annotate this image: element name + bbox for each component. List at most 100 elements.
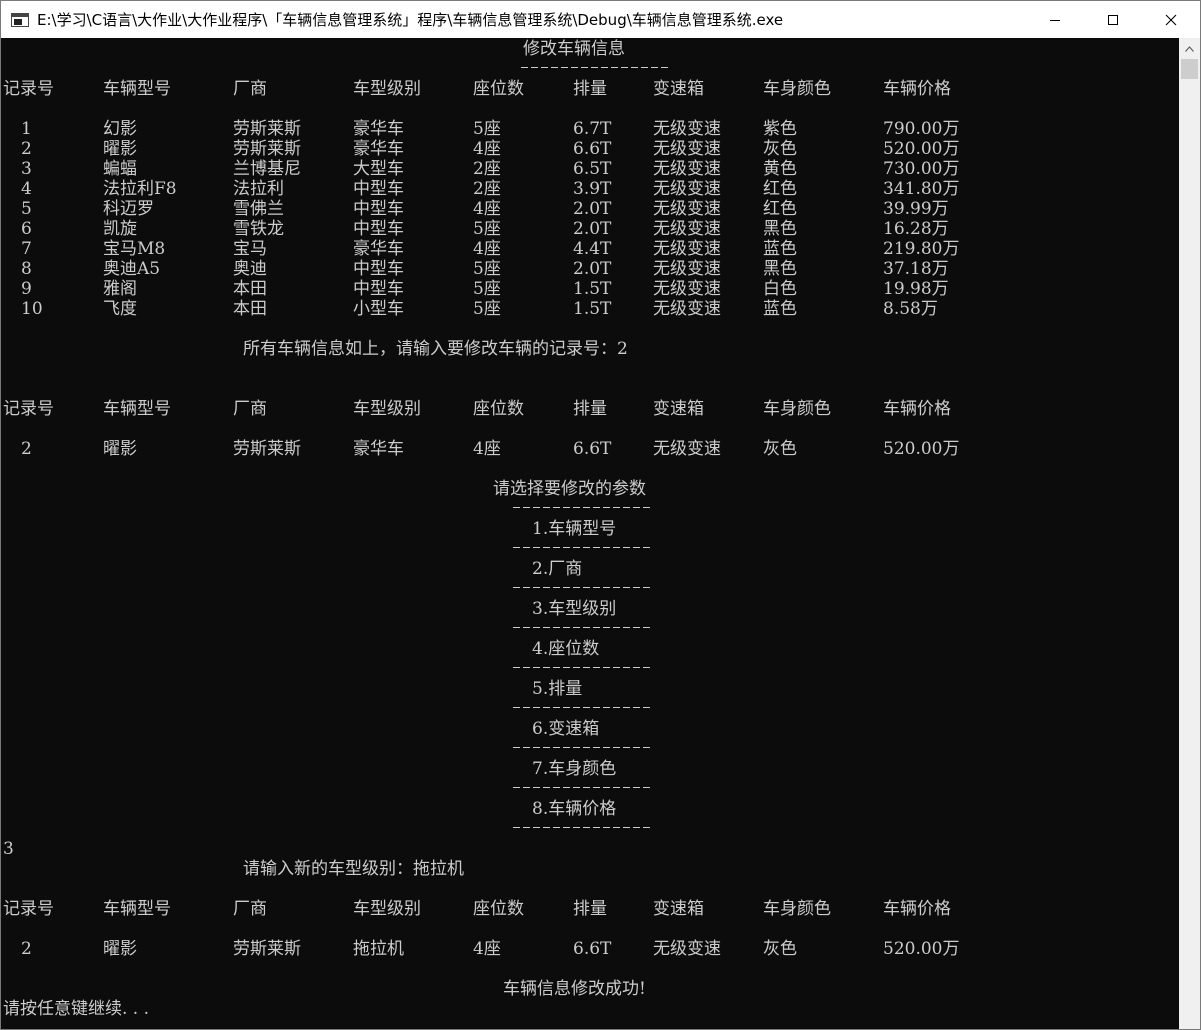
cell-5: 排量 — [573, 899, 607, 919]
cell-2: 劳斯莱斯 — [233, 119, 301, 139]
heading-divider — [521, 67, 671, 68]
cell-4: 5座 — [473, 119, 501, 139]
cell-1: 曜影 — [103, 439, 137, 459]
cell-8: 车辆价格 — [883, 899, 951, 919]
cell-5: 排量 — [573, 79, 607, 99]
menu-item: 4.座位数 — [532, 639, 600, 659]
cell-6: 无级变速 — [653, 939, 721, 959]
cell-1: 宝马M8 — [103, 239, 166, 259]
cell-1: 奥迪A5 — [103, 259, 161, 279]
cell-7: 蓝色 — [763, 299, 797, 319]
cell-5: 1.5T — [573, 299, 612, 319]
cell-1: 幻影 — [103, 119, 137, 139]
cell-8: 790.00万 — [883, 119, 960, 139]
cell-4: 座位数 — [473, 399, 524, 419]
cell-8: 520.00万 — [883, 939, 960, 959]
cell-8: 730.00万 — [883, 159, 960, 179]
cell-7: 红色 — [763, 199, 797, 219]
cell-3: 拖拉机 — [353, 939, 404, 959]
cell-4: 4座 — [473, 239, 501, 259]
cell-6: 无级变速 — [653, 179, 721, 199]
menu-item: 3.车型级别 — [532, 599, 617, 619]
cell-6: 变速箱 — [653, 79, 704, 99]
table-row: 2 曜影 劳斯莱斯 拖拉机 4座 6.6T 无级变速 灰色 520.00万 — [1, 939, 1179, 959]
cell-5: 6.7T — [573, 119, 612, 139]
cell-0: 4 — [21, 179, 32, 199]
console-output[interactable]: 修改车辆信息 记录号 车辆型号 厂商 车型级别 座位数 排量 变速箱 车身颜色 车辆价格 1 幻影 劳斯… — [1, 38, 1179, 1029]
cell-1: 曜影 — [103, 939, 137, 959]
cell-5: 6.6T — [573, 439, 612, 459]
cell-2: 劳斯莱斯 — [233, 439, 301, 459]
table-row: 6 凯旋 雪铁龙 中型车 5座 2.0T 无级变速 黑色 16.28万 — [1, 219, 1179, 239]
menu-item: 5.排量 — [532, 679, 583, 699]
cell-8: 520.00万 — [883, 139, 960, 159]
vertical-scrollbar[interactable] — [1179, 38, 1200, 1029]
cell-5: 2.0T — [573, 219, 612, 239]
table-row: 5 科迈罗 雪佛兰 中型车 4座 2.0T 无级变速 红色 39.99万 — [1, 199, 1179, 219]
table-row: 7 宝马M8 宝马 豪华车 4座 4.4T 无级变速 蓝色 219.80万 — [1, 239, 1179, 259]
menu-divider — [513, 787, 651, 788]
cell-2: 劳斯莱斯 — [233, 939, 301, 959]
cell-5: 2.0T — [573, 259, 612, 279]
maximize-button[interactable] — [1084, 1, 1142, 38]
cell-5: 2.0T — [573, 199, 612, 219]
cell-3: 豪华车 — [353, 439, 404, 459]
page-heading: 修改车辆信息 — [523, 39, 625, 59]
cell-4: 座位数 — [473, 899, 524, 919]
cell-7: 车身颜色 — [763, 899, 831, 919]
cell-3: 车型级别 — [353, 399, 421, 419]
cell-5: 6.5T — [573, 159, 612, 179]
cell-6: 无级变速 — [653, 239, 721, 259]
cell-1: 法拉利F8 — [103, 179, 177, 199]
cell-5: 6.6T — [573, 939, 612, 959]
cell-0: 9 — [21, 279, 32, 299]
cell-3: 豪华车 — [353, 239, 404, 259]
cell-0: 记录号 — [3, 79, 54, 99]
cell-1: 车辆型号 — [103, 899, 171, 919]
table-row: 1 幻影 劳斯莱斯 豪华车 5座 6.7T 无级变速 紫色 790.00万 — [1, 119, 1179, 139]
close-icon — [1165, 14, 1177, 25]
cell-6: 无级变速 — [653, 279, 721, 299]
cell-4: 5座 — [473, 299, 501, 319]
title-bar[interactable]: E:\学习\C语言\大作业\大作业程序\「车辆信息管理系统」程序\车辆信息管理系… — [1, 1, 1200, 38]
console-app-icon[interactable] — [11, 12, 29, 27]
menu-divider — [513, 627, 651, 628]
cell-4: 4座 — [473, 139, 501, 159]
cell-7: 黄色 — [763, 159, 797, 179]
scroll-up-button[interactable] — [1179, 38, 1200, 59]
cell-3: 大型车 — [353, 159, 404, 179]
cell-0: 1 — [21, 119, 32, 139]
cell-8: 车辆价格 — [883, 79, 951, 99]
minimize-button[interactable] — [1026, 1, 1084, 38]
cell-2: 雪铁龙 — [233, 219, 284, 239]
cell-2: 雪佛兰 — [233, 199, 284, 219]
cell-3: 中型车 — [353, 199, 404, 219]
minimize-icon — [1050, 19, 1060, 21]
cell-1: 车辆型号 — [103, 399, 171, 419]
cell-3: 中型车 — [353, 279, 404, 299]
close-button[interactable] — [1142, 1, 1200, 38]
cell-5: 1.5T — [573, 279, 612, 299]
maximize-icon — [1108, 14, 1118, 25]
menu-item: 1.车辆型号 — [532, 519, 617, 539]
cell-7: 灰色 — [763, 939, 797, 959]
cell-7: 红色 — [763, 179, 797, 199]
menu-divider — [513, 707, 651, 708]
scrollbar-thumb[interactable] — [1181, 59, 1198, 79]
cell-6: 无级变速 — [653, 259, 721, 279]
cell-2: 厂商 — [233, 399, 267, 419]
window-title: E:\学习\C语言\大作业\大作业程序\「车辆信息管理系统」程序\车辆信息管理系… — [37, 11, 784, 29]
console-window: E:\学习\C语言\大作业\大作业程序\「车辆信息管理系统」程序\车辆信息管理系… — [0, 0, 1201, 1030]
cell-0: 2 — [21, 939, 32, 959]
cell-4: 4座 — [473, 939, 501, 959]
record-prompt: 所有车辆信息如上，请输入要修改车辆的记录号：2 — [243, 339, 628, 359]
cell-3: 小型车 — [353, 299, 404, 319]
menu-divider — [513, 747, 651, 748]
cell-3: 豪华车 — [353, 139, 404, 159]
cell-6: 无级变速 — [653, 299, 721, 319]
continue-prompt: 请按任意键继续. . . — [3, 999, 150, 1019]
cell-7: 白色 — [763, 279, 797, 299]
cell-8: 车辆价格 — [883, 399, 951, 419]
cell-1: 曜影 — [103, 139, 137, 159]
cell-3: 中型车 — [353, 259, 404, 279]
